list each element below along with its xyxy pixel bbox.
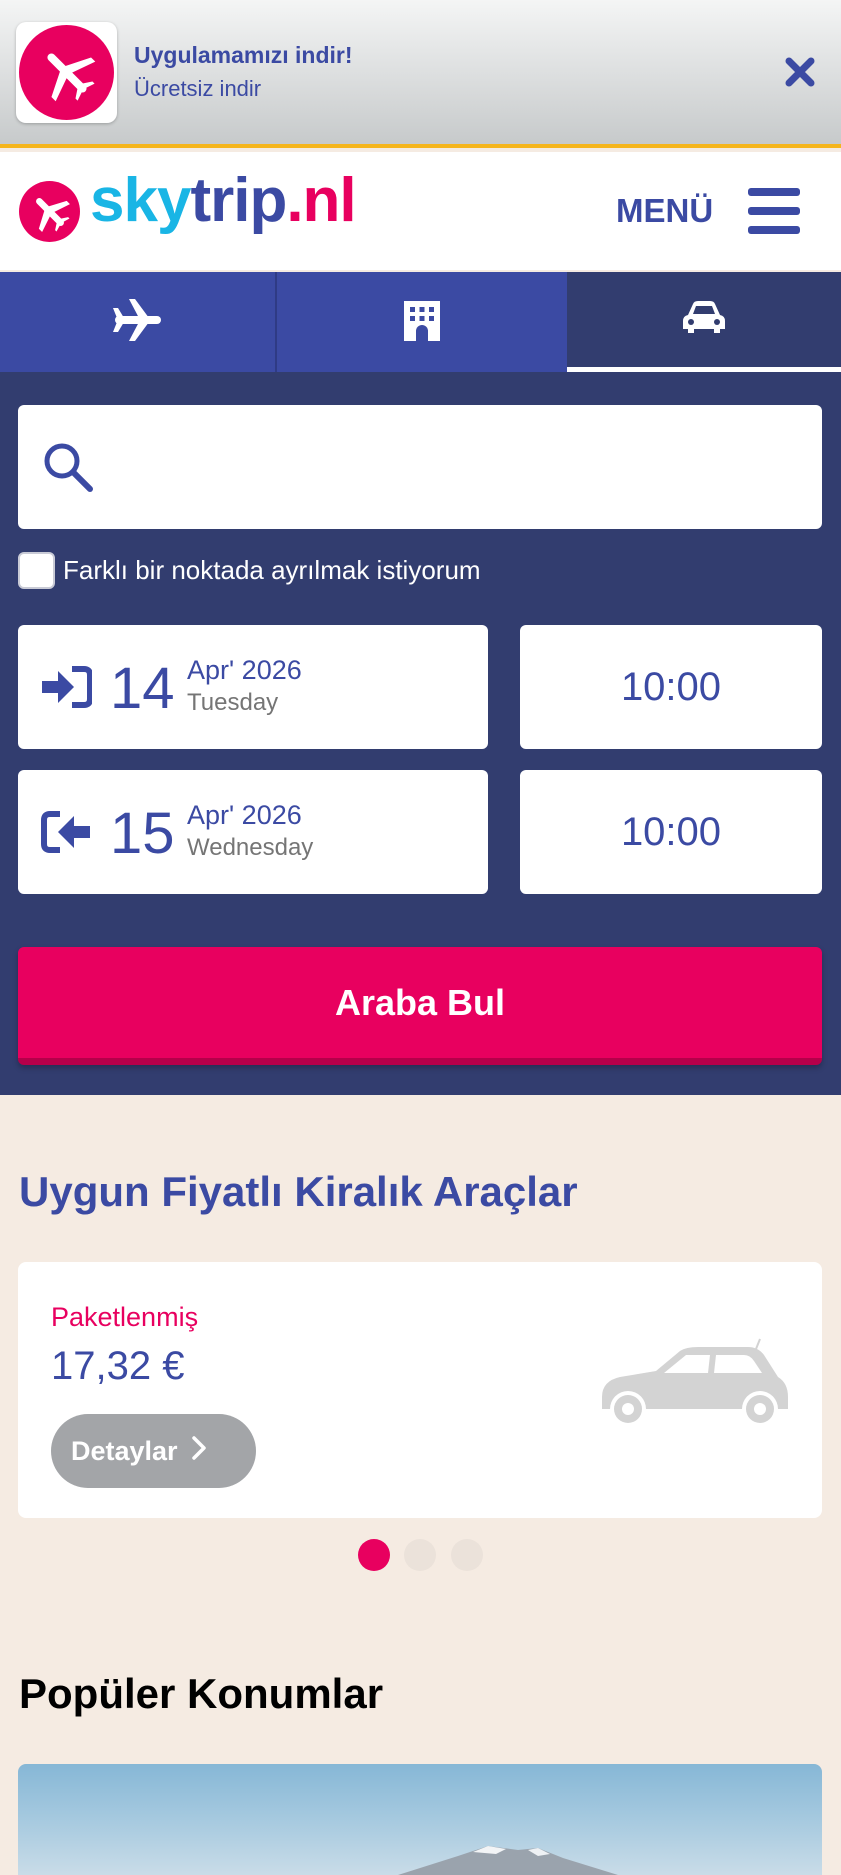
carousel-dot[interactable] xyxy=(451,1539,483,1571)
deal-card[interactable]: Paketlenmiş 17,32 € Detaylar xyxy=(18,1262,822,1518)
deals-section-title: Uygun Fiyatlı Kiralık Araçlar xyxy=(19,1168,578,1215)
app-logo[interactable] xyxy=(16,22,117,123)
different-dropoff-checkbox[interactable] xyxy=(18,552,55,589)
close-icon[interactable] xyxy=(778,50,822,94)
logo-airplane-icon[interactable] xyxy=(19,181,80,242)
pickup-day: 14 xyxy=(110,656,175,721)
logo-text-nl: .nl xyxy=(286,166,356,235)
menu-label[interactable]: MENÜ xyxy=(616,192,713,230)
dropoff-month-year: Apr' 2026 xyxy=(187,800,302,830)
airplane-icon xyxy=(112,298,163,346)
chevron-right-icon xyxy=(191,1435,206,1467)
carousel-pagination xyxy=(358,1539,483,1571)
app-download-banner: Uygulamamızı indir! Ücretsiz indir xyxy=(0,0,841,148)
tab-cars[interactable] xyxy=(567,272,841,372)
deal-price: 17,32 € xyxy=(51,1344,185,1388)
logo-text-trip: trip xyxy=(190,166,287,235)
car-search-panel: Farklı bir noktada ayrılmak istiyorum 14… xyxy=(0,372,841,1095)
tab-hotels[interactable] xyxy=(277,272,567,372)
pickup-weekday: Tuesday xyxy=(187,689,279,716)
site-logo[interactable]: skytrip.nl xyxy=(90,170,357,232)
search-icon xyxy=(40,439,96,500)
deal-category: Paketlenmiş xyxy=(51,1302,199,1332)
find-car-button[interactable]: Araba Bul xyxy=(18,947,822,1065)
site-header: skytrip.nl MENÜ xyxy=(0,152,841,270)
popular-locations-title: Popüler Konumlar xyxy=(19,1670,384,1717)
tab-flights[interactable] xyxy=(0,272,277,372)
carousel-dot[interactable] xyxy=(358,1539,390,1571)
pickup-location-field[interactable] xyxy=(18,405,822,529)
dropoff-time-field[interactable]: 10:00 xyxy=(520,770,822,894)
pickup-date-field[interactable]: 14 Apr' 2026 Tuesday xyxy=(18,625,488,749)
car-icon xyxy=(682,299,726,340)
dropoff-day: 15 xyxy=(110,801,175,866)
pickup-month-year: Apr' 2026 xyxy=(187,655,302,685)
sign-out-arrow-icon xyxy=(40,810,92,859)
hamburger-menu-icon[interactable] xyxy=(748,188,800,234)
carousel-dot[interactable] xyxy=(404,1539,436,1571)
dropoff-weekday: Wednesday xyxy=(187,834,314,861)
dropoff-date-field[interactable]: 15 Apr' 2026 Wednesday xyxy=(18,770,488,894)
search-type-tabs xyxy=(0,272,841,372)
mountain-image xyxy=(398,1846,618,1875)
pickup-time-field[interactable]: 10:00 xyxy=(520,625,822,749)
popular-location-card[interactable] xyxy=(18,1764,822,1875)
search-input[interactable] xyxy=(128,435,788,499)
app-banner-title: Uygulamamızı indir! xyxy=(134,42,353,68)
details-button-label: Detaylar xyxy=(71,1435,178,1466)
sign-in-arrow-icon xyxy=(40,665,93,714)
logo-text-sky: sky xyxy=(90,166,191,235)
app-banner-subtitle[interactable]: Ücretsiz indir xyxy=(134,76,261,102)
car-illustration-icon xyxy=(598,1337,790,1438)
different-dropoff-option: Farklı bir noktada ayrılmak istiyorum xyxy=(18,552,481,589)
hotel-icon xyxy=(402,299,442,346)
details-button[interactable]: Detaylar xyxy=(51,1414,256,1488)
airplane-icon xyxy=(19,25,114,120)
different-dropoff-label[interactable]: Farklı bir noktada ayrılmak istiyorum xyxy=(63,555,481,586)
